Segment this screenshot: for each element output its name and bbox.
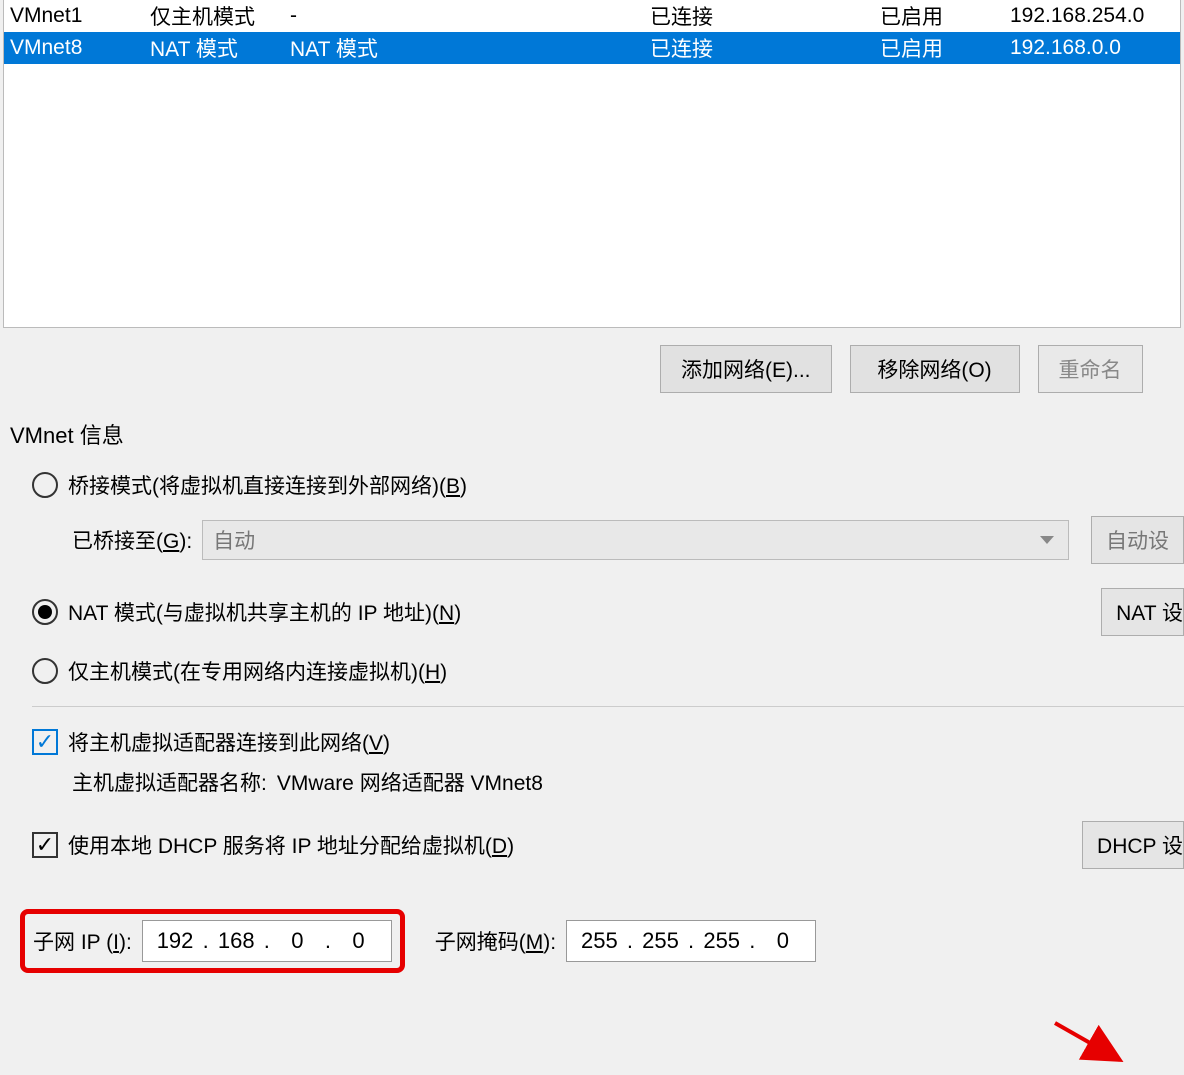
bridge-mode-label: 桥接模式(将虚拟机直接连接到外部网络)(B): [68, 470, 467, 500]
dhcp-settings-button[interactable]: DHCP 设: [1082, 821, 1184, 869]
bridged-select-value: 自动: [213, 525, 255, 555]
annotation-arrow-icon: [1050, 1015, 1140, 1075]
bridge-mode-radio[interactable]: 桥接模式(将虚拟机直接连接到外部网络)(B): [32, 460, 1184, 510]
ip-octet[interactable]: 0: [272, 928, 322, 954]
cell-subnet: 192.168.0.0: [1010, 36, 1180, 60]
ip-octet[interactable]: 0: [334, 928, 384, 954]
connect-host-adapter-checkbox[interactable]: ✓ 将主机虚拟适配器连接到此网络(V): [32, 717, 1184, 767]
rename-network-button[interactable]: 重命名: [1038, 345, 1143, 393]
subnet-ip-label: 子网 IP (I):: [33, 926, 132, 956]
cell-conn: 已连接: [650, 33, 880, 63]
nat-mode-radio[interactable]: NAT 模式(与虚拟机共享主机的 IP 地址)(N): [32, 597, 461, 627]
nat-mode-label: NAT 模式(与虚拟机共享主机的 IP 地址)(N): [68, 597, 461, 627]
subnet-ip-input[interactable]: 192. 168. 0. 0: [142, 920, 392, 962]
nat-settings-button[interactable]: NAT 设: [1101, 588, 1184, 636]
table-row[interactable]: VMnet8 NAT 模式 NAT 模式 已连接 已启用 192.168.0.0: [4, 32, 1180, 64]
auto-settings-button[interactable]: 自动设: [1091, 516, 1184, 564]
radio-icon: [32, 599, 58, 625]
remove-network-button[interactable]: 移除网络(O): [850, 345, 1020, 393]
connect-host-adapter-label: 将主机虚拟适配器连接到此网络(V): [68, 727, 390, 757]
ip-octet[interactable]: 0: [758, 928, 808, 954]
vmnet-info-title: VMnet 信息: [0, 410, 1184, 460]
add-network-button[interactable]: 添加网络(E)...: [660, 345, 832, 393]
ip-octet[interactable]: 255: [636, 928, 686, 954]
radio-icon: [32, 658, 58, 684]
host-adapter-name-label: 主机虚拟适配器名称:: [72, 767, 267, 797]
cell-conn: 已连接: [650, 1, 880, 31]
cell-type: NAT 模式: [150, 33, 290, 63]
subnet-mask-input[interactable]: 255. 255. 255. 0: [566, 920, 816, 962]
cell-dhcp: 已启用: [880, 1, 1010, 31]
table-row[interactable]: VMnet1 仅主机模式 - 已连接 已启用 192.168.254.0: [4, 0, 1180, 32]
cell-type: 仅主机模式: [150, 1, 290, 31]
ip-octet[interactable]: 255: [574, 928, 624, 954]
cell-dhcp: 已启用: [880, 33, 1010, 63]
cell-ext: -: [290, 4, 650, 28]
cell-subnet: 192.168.254.0: [1010, 4, 1180, 28]
host-adapter-name-value: VMware 网络适配器 VMnet8: [277, 767, 543, 797]
ip-octet[interactable]: 255: [697, 928, 747, 954]
checkbox-icon: ✓: [32, 729, 58, 755]
cell-name: VMnet8: [10, 36, 150, 60]
subnet-ip-highlight: 子网 IP (I): 192. 168. 0. 0: [20, 909, 405, 973]
use-dhcp-label: 使用本地 DHCP 服务将 IP 地址分配给虚拟机(D): [68, 830, 514, 860]
bridged-to-label: 已桥接至(G):: [72, 525, 192, 555]
radio-icon: [32, 472, 58, 498]
hostonly-mode-label: 仅主机模式(在专用网络内连接虚拟机)(H): [68, 656, 447, 686]
ip-octet[interactable]: 168: [211, 928, 261, 954]
bridged-to-select[interactable]: 自动: [202, 520, 1069, 560]
ip-octet[interactable]: 192: [150, 928, 200, 954]
checkbox-icon: ✓: [32, 832, 58, 858]
cell-name: VMnet1: [10, 4, 150, 28]
use-dhcp-checkbox[interactable]: ✓ 使用本地 DHCP 服务将 IP 地址分配给虚拟机(D): [32, 830, 514, 860]
cell-ext: NAT 模式: [290, 33, 650, 63]
hostonly-mode-radio[interactable]: 仅主机模式(在专用网络内连接虚拟机)(H): [32, 646, 1184, 696]
subnet-mask-label: 子网掩码(M):: [435, 926, 556, 956]
network-table[interactable]: VMnet1 仅主机模式 - 已连接 已启用 192.168.254.0 VMn…: [3, 0, 1181, 328]
